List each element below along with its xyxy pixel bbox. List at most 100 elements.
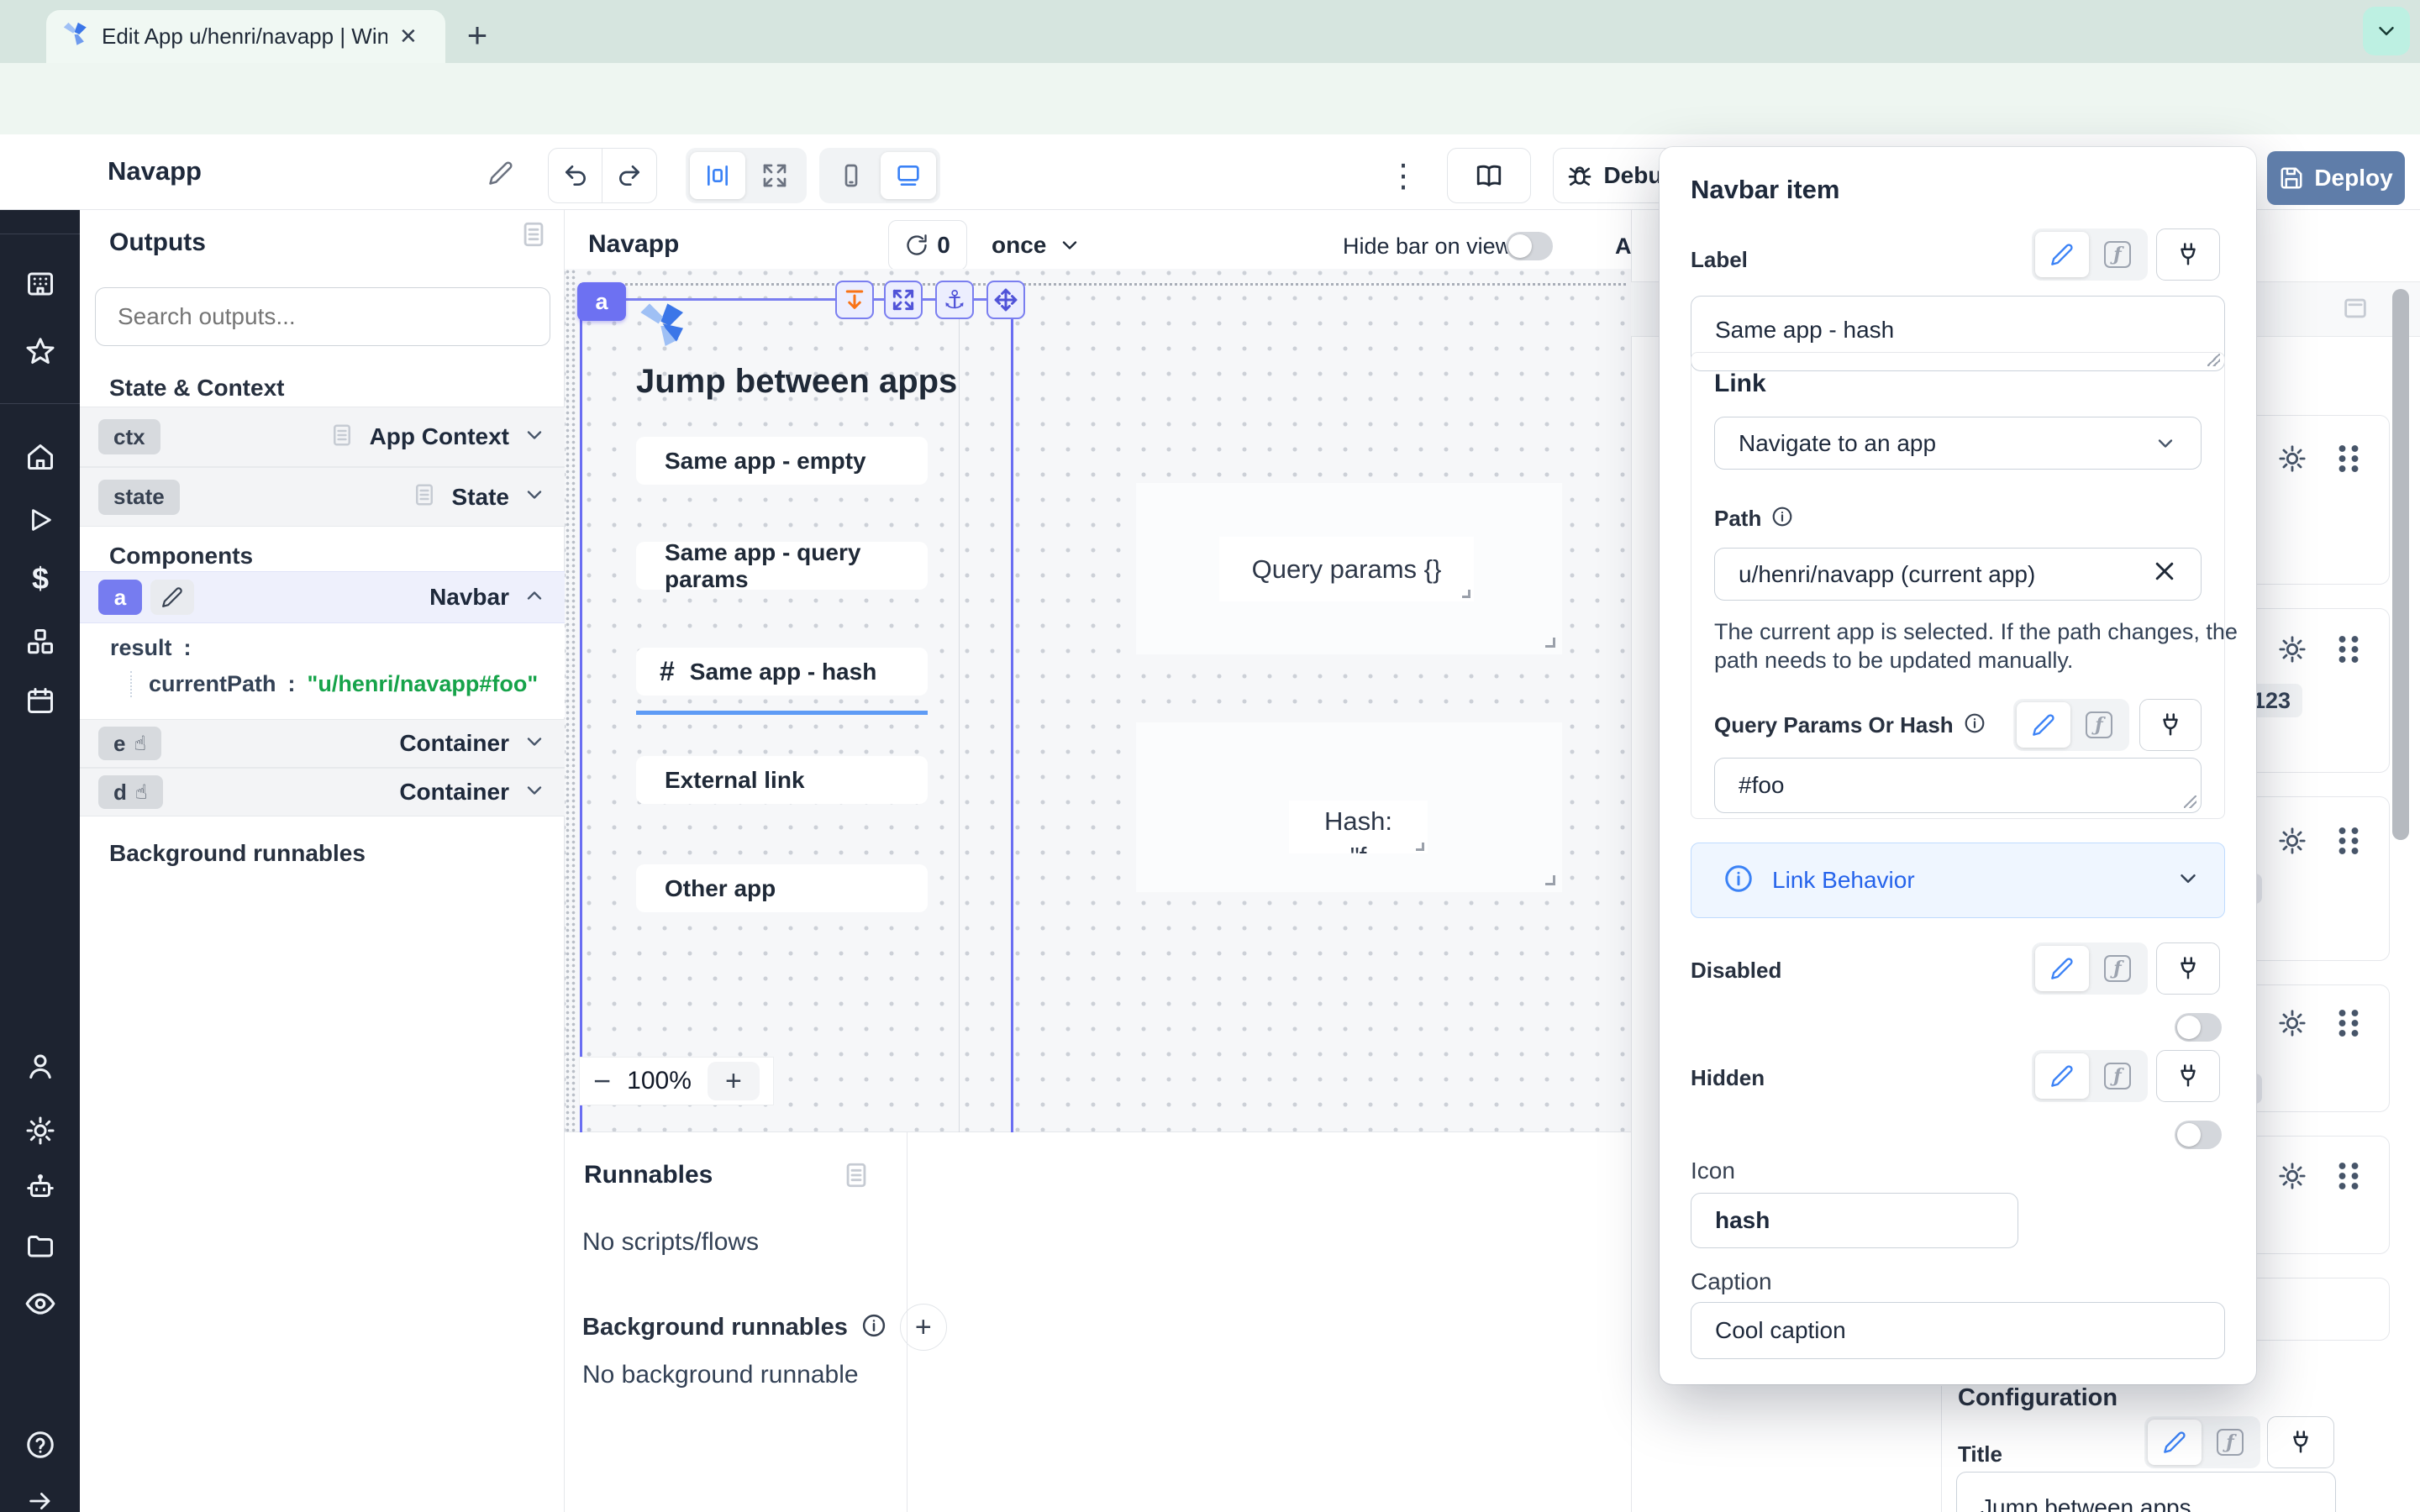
deploy-button[interactable]: Deploy — [2267, 151, 2405, 205]
connect-plug-button[interactable] — [2156, 1050, 2220, 1102]
hidden-toggle[interactable] — [2175, 1121, 2222, 1149]
run-mode-dropdown[interactable]: once — [992, 220, 1081, 270]
link-behavior-collapsible[interactable]: Link Behavior — [1691, 843, 2225, 918]
sidebar-expand-arrow-icon[interactable] — [21, 1482, 60, 1512]
component-row-navbar[interactable]: a Navbar — [80, 571, 565, 623]
outputs-doc-icon[interactable] — [519, 220, 548, 249]
more-options-kebab-icon[interactable]: ⋮ — [1385, 148, 1422, 203]
drag-handle-icon[interactable] — [2336, 444, 2361, 474]
mobile-view-button[interactable] — [823, 152, 879, 199]
gear-icon[interactable] — [2275, 1006, 2309, 1040]
sidebar-item-resources[interactable] — [21, 622, 60, 661]
sidebar-item-favorites[interactable] — [21, 332, 60, 370]
sidebar-item-workers[interactable] — [21, 1168, 60, 1206]
sidebar-item-users[interactable] — [21, 1047, 60, 1085]
connect-plug-button[interactable] — [2156, 228, 2220, 281]
undo-button[interactable] — [549, 149, 602, 202]
static-pencil-button[interactable] — [2035, 232, 2089, 277]
output-row-state[interactable]: state State — [80, 467, 565, 527]
desktop-view-button[interactable] — [881, 152, 936, 199]
rename-pencil-icon[interactable] — [482, 158, 519, 188]
expand-handle[interactable] — [884, 281, 923, 319]
fx-button[interactable]: ƒ — [2203, 1420, 2257, 1465]
output-row-ctx[interactable]: ctx App Context — [80, 407, 565, 467]
hide-bar-toggle[interactable] — [1506, 232, 1553, 260]
connect-plug-button[interactable] — [2267, 1416, 2334, 1468]
insert-row-handle[interactable] — [835, 281, 874, 319]
rail-scrollbar[interactable] — [2392, 289, 2409, 840]
nav-item-same-app-hash[interactable]: # Same app - hash — [636, 648, 928, 696]
chevron-down-icon[interactable] — [523, 483, 546, 511]
nav-item-other-app[interactable]: Other app — [636, 864, 928, 912]
component-tag[interactable]: a — [577, 282, 626, 321]
qph-textarea[interactable]: #foo — [1714, 758, 2202, 813]
refresh-count-button[interactable]: 0 — [888, 220, 967, 270]
sidebar-item-variables[interactable]: $ — [21, 559, 60, 598]
static-pencil-button[interactable] — [2017, 702, 2070, 748]
query-params-text-box[interactable]: Query params {} — [1219, 537, 1474, 601]
add-background-runnable-button[interactable]: + — [900, 1304, 947, 1351]
sidebar-item-folders[interactable] — [21, 1226, 60, 1265]
component-row-container-d[interactable]: d ☝ Container — [80, 768, 565, 816]
fx-button[interactable]: ƒ — [2091, 232, 2144, 277]
info-icon — [1771, 506, 1793, 532]
tab-close-icon[interactable]: ✕ — [399, 24, 418, 50]
chevron-down-icon[interactable] — [523, 779, 546, 806]
chevron-up-icon[interactable] — [523, 584, 546, 612]
anchor-handle[interactable]: ⚓ — [935, 281, 974, 319]
gear-icon[interactable] — [2275, 633, 2309, 666]
path-input[interactable]: u/henri/navapp (current app) — [1714, 548, 2202, 601]
sidebar-item-settings[interactable] — [21, 1111, 60, 1150]
hash-text-box[interactable]: Hash: "f — [1289, 801, 1428, 853]
move-handle[interactable] — [986, 281, 1025, 319]
static-pencil-button[interactable] — [2148, 1420, 2202, 1465]
fx-button[interactable]: ƒ — [2072, 702, 2126, 748]
sidebar-item-runs[interactable] — [21, 501, 60, 539]
caption-input[interactable]: Cool caption — [1691, 1302, 2225, 1359]
runnables-doc-icon[interactable] — [842, 1161, 871, 1189]
static-pencil-button[interactable] — [2035, 946, 2089, 991]
disabled-toggle[interactable] — [2175, 1013, 2222, 1042]
component-row-container-e[interactable]: e ☝ Container — [80, 719, 565, 768]
edit-pencil-icon[interactable] — [150, 580, 194, 615]
sidebar-item-home[interactable] — [21, 438, 60, 476]
nav-item-same-app-empty[interactable]: Same app - empty — [636, 437, 928, 485]
redo-button[interactable] — [602, 149, 656, 202]
new-tab-button[interactable]: + — [454, 12, 501, 59]
title-input[interactable]: Jump between apps — [1956, 1472, 2336, 1512]
selection-right-border[interactable] — [1011, 284, 1013, 1132]
search-outputs-input[interactable] — [95, 287, 550, 346]
tab-search-chevron-button[interactable] — [2363, 7, 2410, 55]
sidebar-item-schedules[interactable] — [21, 681, 60, 720]
sidebar-item-apps[interactable] — [21, 265, 60, 303]
drag-handle-icon[interactable] — [2336, 634, 2361, 664]
drag-handle-icon[interactable] — [2336, 1008, 2361, 1038]
fx-button[interactable]: ƒ — [2091, 946, 2144, 991]
gear-icon[interactable] — [2275, 824, 2309, 858]
drag-handle-icon[interactable] — [2336, 826, 2361, 856]
static-pencil-button[interactable] — [2035, 1053, 2089, 1099]
browser-tab[interactable]: Edit App u/henri/navapp | Win ✕ — [46, 10, 445, 63]
nav-item-external-link[interactable]: External link — [636, 756, 928, 804]
chevron-down-icon[interactable] — [523, 730, 546, 758]
chevron-down-icon[interactable] — [523, 423, 546, 451]
drag-handle-icon[interactable] — [2336, 1161, 2361, 1191]
link-type-select[interactable]: Navigate to an app — [1714, 417, 2202, 470]
zoom-in-button[interactable]: + — [708, 1062, 760, 1100]
nav-item-same-app-query-params[interactable]: Same app - query params — [636, 542, 928, 590]
gear-icon[interactable] — [2275, 1159, 2309, 1193]
zoom-out-button[interactable]: − — [593, 1063, 611, 1099]
fx-button[interactable]: ƒ — [2091, 1053, 2144, 1099]
rail-doc-icon[interactable] — [2341, 294, 2370, 323]
docs-book-button[interactable] — [1447, 148, 1531, 203]
sidebar-item-help[interactable] — [21, 1425, 60, 1464]
icon-input[interactable]: hash — [1691, 1193, 2018, 1248]
gear-icon[interactable] — [2275, 442, 2309, 475]
connect-plug-button[interactable] — [2156, 942, 2220, 995]
full-width-layout-button[interactable] — [747, 152, 802, 199]
connect-plug-button[interactable] — [2139, 699, 2202, 751]
sidebar-item-audit[interactable] — [21, 1284, 60, 1323]
centered-layout-button[interactable] — [690, 152, 745, 199]
clear-x-icon[interactable] — [2152, 559, 2177, 590]
undo-redo-group — [548, 148, 657, 203]
